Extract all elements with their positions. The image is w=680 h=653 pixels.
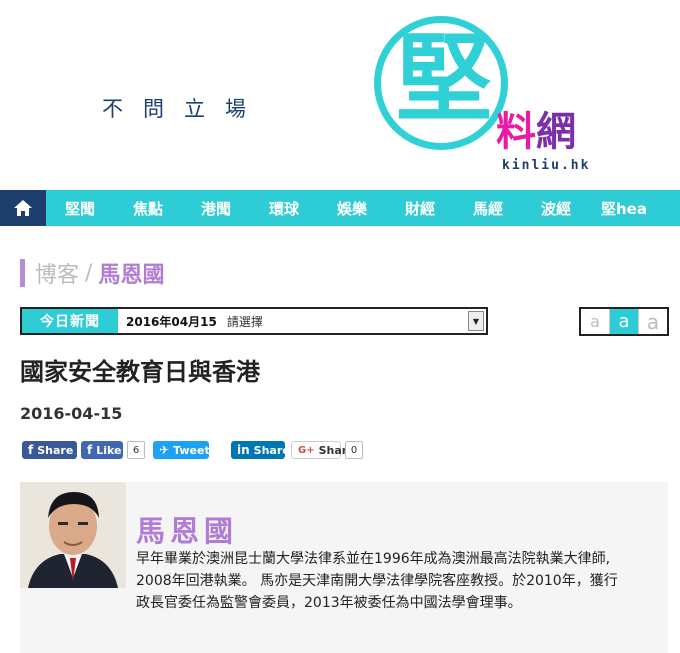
share-bar: f Share f Like 6 ✈ Tweet in Share G+ Share 0 (22, 440, 371, 460)
logo-glyph: 堅 (396, 23, 492, 135)
nav-item-racing[interactable]: 馬經 (454, 198, 522, 219)
facebook-share-button[interactable]: f Share (22, 441, 77, 459)
author-portrait-icon (20, 482, 126, 588)
author-card: 馬恩國 早年畢業於澳洲昆士蘭大學法律系並在1996年成為澳洲最高法院執業大律師,… (20, 482, 668, 653)
nav-item-football[interactable]: 波經 (522, 198, 590, 219)
date-dropdown[interactable]: 2016年04月15 請選擇 ▼ (118, 309, 486, 333)
nav-home-button[interactable] (0, 190, 46, 226)
site-logo[interactable]: 堅 料網 kinliu.hk (372, 14, 612, 184)
logo-wordmark-1: 料 (496, 109, 536, 155)
nav-item-world[interactable]: 環球 (250, 198, 318, 219)
linkedin-share-label: Share (253, 443, 290, 457)
author-name: 馬恩國 (136, 514, 239, 548)
linkedin-share-button[interactable]: in Share (231, 441, 290, 459)
twitter-icon: ✈ (159, 443, 170, 457)
nav-item-kinhea[interactable]: 堅hea (590, 198, 658, 219)
author-bio: 早年畢業於澳洲昆士蘭大學法律系並在1996年成為澳洲最高法院執業大律師, 200… (136, 551, 618, 611)
today-news-label: 今日新聞 (22, 309, 118, 333)
logo-wordmark: 料網 (496, 110, 576, 154)
dropdown-arrow-icon[interactable]: ▼ (468, 311, 484, 331)
facebook-icon: f (28, 443, 34, 457)
date-selector: 今日新聞 2016年04月15 請選擇 ▼ (20, 307, 488, 335)
google-plus-count: 0 (345, 441, 363, 459)
linkedin-icon: in (237, 443, 250, 457)
author-photo (20, 482, 126, 588)
breadcrumb-root[interactable]: 博客 (35, 257, 79, 289)
nav-item-finance[interactable]: 財經 (386, 198, 454, 219)
logo-wordmark-2: 網 (536, 109, 576, 155)
nav-item-kinmun[interactable]: 堅聞 (46, 198, 114, 219)
nav-item-hk-news[interactable]: 港聞 (182, 198, 250, 219)
nav-item-focus[interactable]: 焦點 (114, 198, 182, 219)
font-size-selector: a a a (579, 307, 669, 336)
tweet-label: Tweet (173, 443, 210, 457)
breadcrumb-separator: / (85, 260, 93, 286)
logo-url: kinliu.hk (502, 158, 591, 173)
site-header: 不問立場 堅 料網 kinliu.hk (0, 0, 680, 190)
site-slogan: 不問立場 (102, 97, 266, 121)
article-date: 2016-04-15 (20, 404, 123, 423)
breadcrumb: 博客 / 馬恩國 (20, 258, 164, 288)
google-plus-icon: G+ (298, 444, 315, 456)
facebook-like-label: Like (96, 443, 122, 457)
font-size-large-button[interactable]: a (639, 309, 667, 334)
font-size-medium-button[interactable]: a (610, 309, 639, 334)
facebook-share-label: Share (37, 443, 74, 457)
home-icon (14, 200, 32, 216)
font-size-small-button[interactable]: a (581, 309, 610, 334)
nav-item-entertainment[interactable]: 娛樂 (318, 198, 386, 219)
article-title: 國家安全教育日與香港 (20, 358, 260, 386)
date-value: 2016年04月15 (126, 314, 217, 329)
breadcrumb-current: 馬恩國 (98, 263, 165, 288)
tweet-button[interactable]: ✈ Tweet (153, 441, 210, 459)
facebook-like-button[interactable]: f Like (81, 441, 123, 459)
facebook-icon: f (87, 443, 93, 457)
breadcrumb-accent-bar (20, 259, 25, 287)
main-nav: 堅聞 焦點 港聞 環球 娛樂 財經 馬經 波經 堅hea (0, 190, 680, 226)
facebook-like-count: 6 (127, 441, 145, 459)
date-placeholder: 請選擇 (226, 314, 263, 329)
google-plus-share-button[interactable]: G+ Share (291, 441, 355, 459)
